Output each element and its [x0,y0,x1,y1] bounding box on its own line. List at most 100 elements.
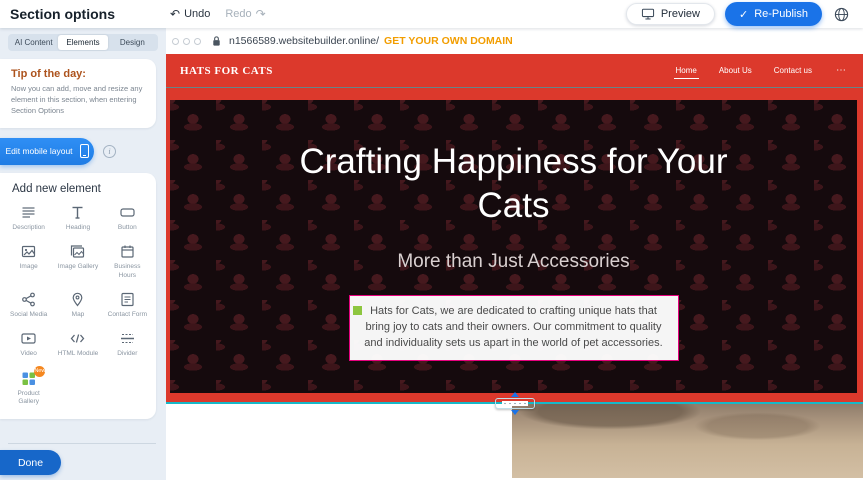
contact-form-icon [119,291,136,308]
globe-icon [834,7,849,22]
sidebar: AI Content Elements Design Tip of the da… [0,28,166,480]
element-business-hours[interactable]: Business Hours [103,243,152,280]
video-icon [20,330,37,347]
resize-arrow-down-icon [511,410,519,415]
hero-paragraph: Hats for Cats, we are dedicated to craft… [364,305,662,349]
tip-body: Now you can add, move and resize any ele… [11,84,144,117]
tab-ai-content[interactable]: AI Content [9,35,58,50]
site-logo[interactable]: HATS FOR CATS [180,65,273,77]
page-title: Section options [10,6,170,22]
browser-dot-icon [194,38,201,45]
element-contact-form[interactable]: Contact Form [103,291,152,319]
info-icon[interactable]: i [103,145,116,158]
edit-mobile-layout-button[interactable]: Edit mobile layout [0,138,94,165]
preview-label: Preview [661,8,700,20]
element-label: Image Gallery [58,263,98,271]
editor-canvas: n1566589.websitebuilder.online/ GET YOUR… [166,28,863,480]
nav-more-icon[interactable]: ⋯ [836,65,847,76]
element-label: HTML Module [58,350,99,358]
description-icon [20,204,37,221]
tip-title: Tip of the day: [11,68,144,80]
hero-subheading[interactable]: More than Just Accessories [397,251,629,273]
undo-icon: ↶ [170,7,180,21]
browser-dot-icon [172,38,179,45]
image-icon [20,243,37,260]
element-label: Divider [117,350,137,358]
nav-about[interactable]: About Us [717,60,754,81]
add-new-element-title: Add new element [4,183,152,195]
new-badge: New [34,366,45,377]
get-domain-link[interactable]: GET YOUR OWN DOMAIN [384,35,513,47]
redo-button[interactable]: Redo ↷ [225,7,265,21]
top-toolbar: Section options ↶ Undo Redo ↷ Preview ✓ … [0,0,863,28]
element-html-module[interactable]: HTML Module [53,330,102,358]
tab-design[interactable]: Design [108,35,157,50]
next-section[interactable] [166,404,863,478]
element-label: Button [118,224,137,232]
social-media-icon [20,291,37,308]
site-preview: HATS FOR CATS Home About Us Contact us ⋯… [166,54,863,480]
republish-button[interactable]: ✓ Re-Publish [725,2,822,26]
element-label: Video [20,350,37,358]
heading-icon [69,204,86,221]
element-label: Product Gallery [7,390,51,407]
hero-heading[interactable]: Crafting Happiness for Your Cats [294,140,734,228]
nav-contact[interactable]: Contact us [772,60,814,81]
app-window: Section options ↶ Undo Redo ↷ Preview ✓ … [0,0,863,480]
image-gallery-icon [69,243,86,260]
element-label: Heading [66,224,90,232]
browser-chrome: n1566589.websitebuilder.online/ GET YOUR… [166,28,863,54]
site-header[interactable]: HATS FOR CATS Home About Us Contact us ⋯ [166,54,863,87]
business-hours-icon [119,243,136,260]
monitor-icon [641,8,655,20]
next-section-image[interactable] [512,404,863,478]
language-globe-button[interactable] [834,7,849,22]
element-image[interactable]: Image [4,243,53,280]
element-label: Description [12,224,45,232]
element-divider[interactable]: Divider [103,330,152,358]
element-button[interactable]: Button [103,204,152,232]
element-label: Image [20,263,38,271]
element-label: Business Hours [105,263,149,280]
redo-label: Redo [225,8,251,20]
sidebar-tabs: AI Content Elements Design [8,34,158,51]
element-map[interactable]: Map [53,291,102,319]
element-social-media[interactable]: Social Media [4,291,53,319]
check-icon: ✓ [739,8,748,21]
drag-handle-icon[interactable] [353,306,362,315]
element-description[interactable]: Description [4,204,53,232]
preview-button[interactable]: Preview [626,3,715,25]
hero-paragraph-box-selected[interactable]: Hats for Cats, we are dedicated to craft… [349,295,679,361]
done-button[interactable]: Done [0,450,61,475]
undo-button[interactable]: ↶ Undo [170,7,210,21]
element-label: Map [72,311,85,319]
element-heading[interactable]: Heading [53,204,102,232]
hero-section-selected[interactable]: Crafting Happiness for Your Cats More th… [166,87,863,404]
history-controls: ↶ Undo Redo ↷ [170,7,266,21]
tab-elements[interactable]: Elements [58,35,107,50]
divider-icon [119,330,136,347]
button-icon [119,204,136,221]
html-module-icon [69,330,86,347]
map-icon [69,291,86,308]
resize-grip-icon[interactable] [495,398,535,409]
element-image-gallery[interactable]: Image Gallery [53,243,102,280]
element-video[interactable]: Video [4,330,53,358]
undo-label: Undo [184,8,210,20]
site-url: n1566589.websitebuilder.online/ [229,35,379,47]
browser-dot-icon [183,38,190,45]
element-label: Contact Form [108,311,147,319]
hero-background-image[interactable]: Crafting Happiness for Your Cats More th… [170,100,857,393]
republish-label: Re-Publish [754,8,808,20]
element-label: Social Media [10,311,47,319]
section-resize-handle[interactable] [495,392,535,415]
nav-home[interactable]: Home [674,60,699,81]
add-new-element-panel: Add new element Description [0,173,156,419]
redo-icon: ↷ [256,7,266,21]
resize-arrow-up-icon [511,392,519,397]
edit-mobile-label: Edit mobile layout [5,146,72,156]
element-product-gallery[interactable]: New Product Gallery [4,370,53,407]
element-grid: Description Heading Button [4,204,152,407]
tip-of-the-day-card: Tip of the day: Now you can add, move an… [0,59,156,128]
sidebar-divider [8,443,156,444]
